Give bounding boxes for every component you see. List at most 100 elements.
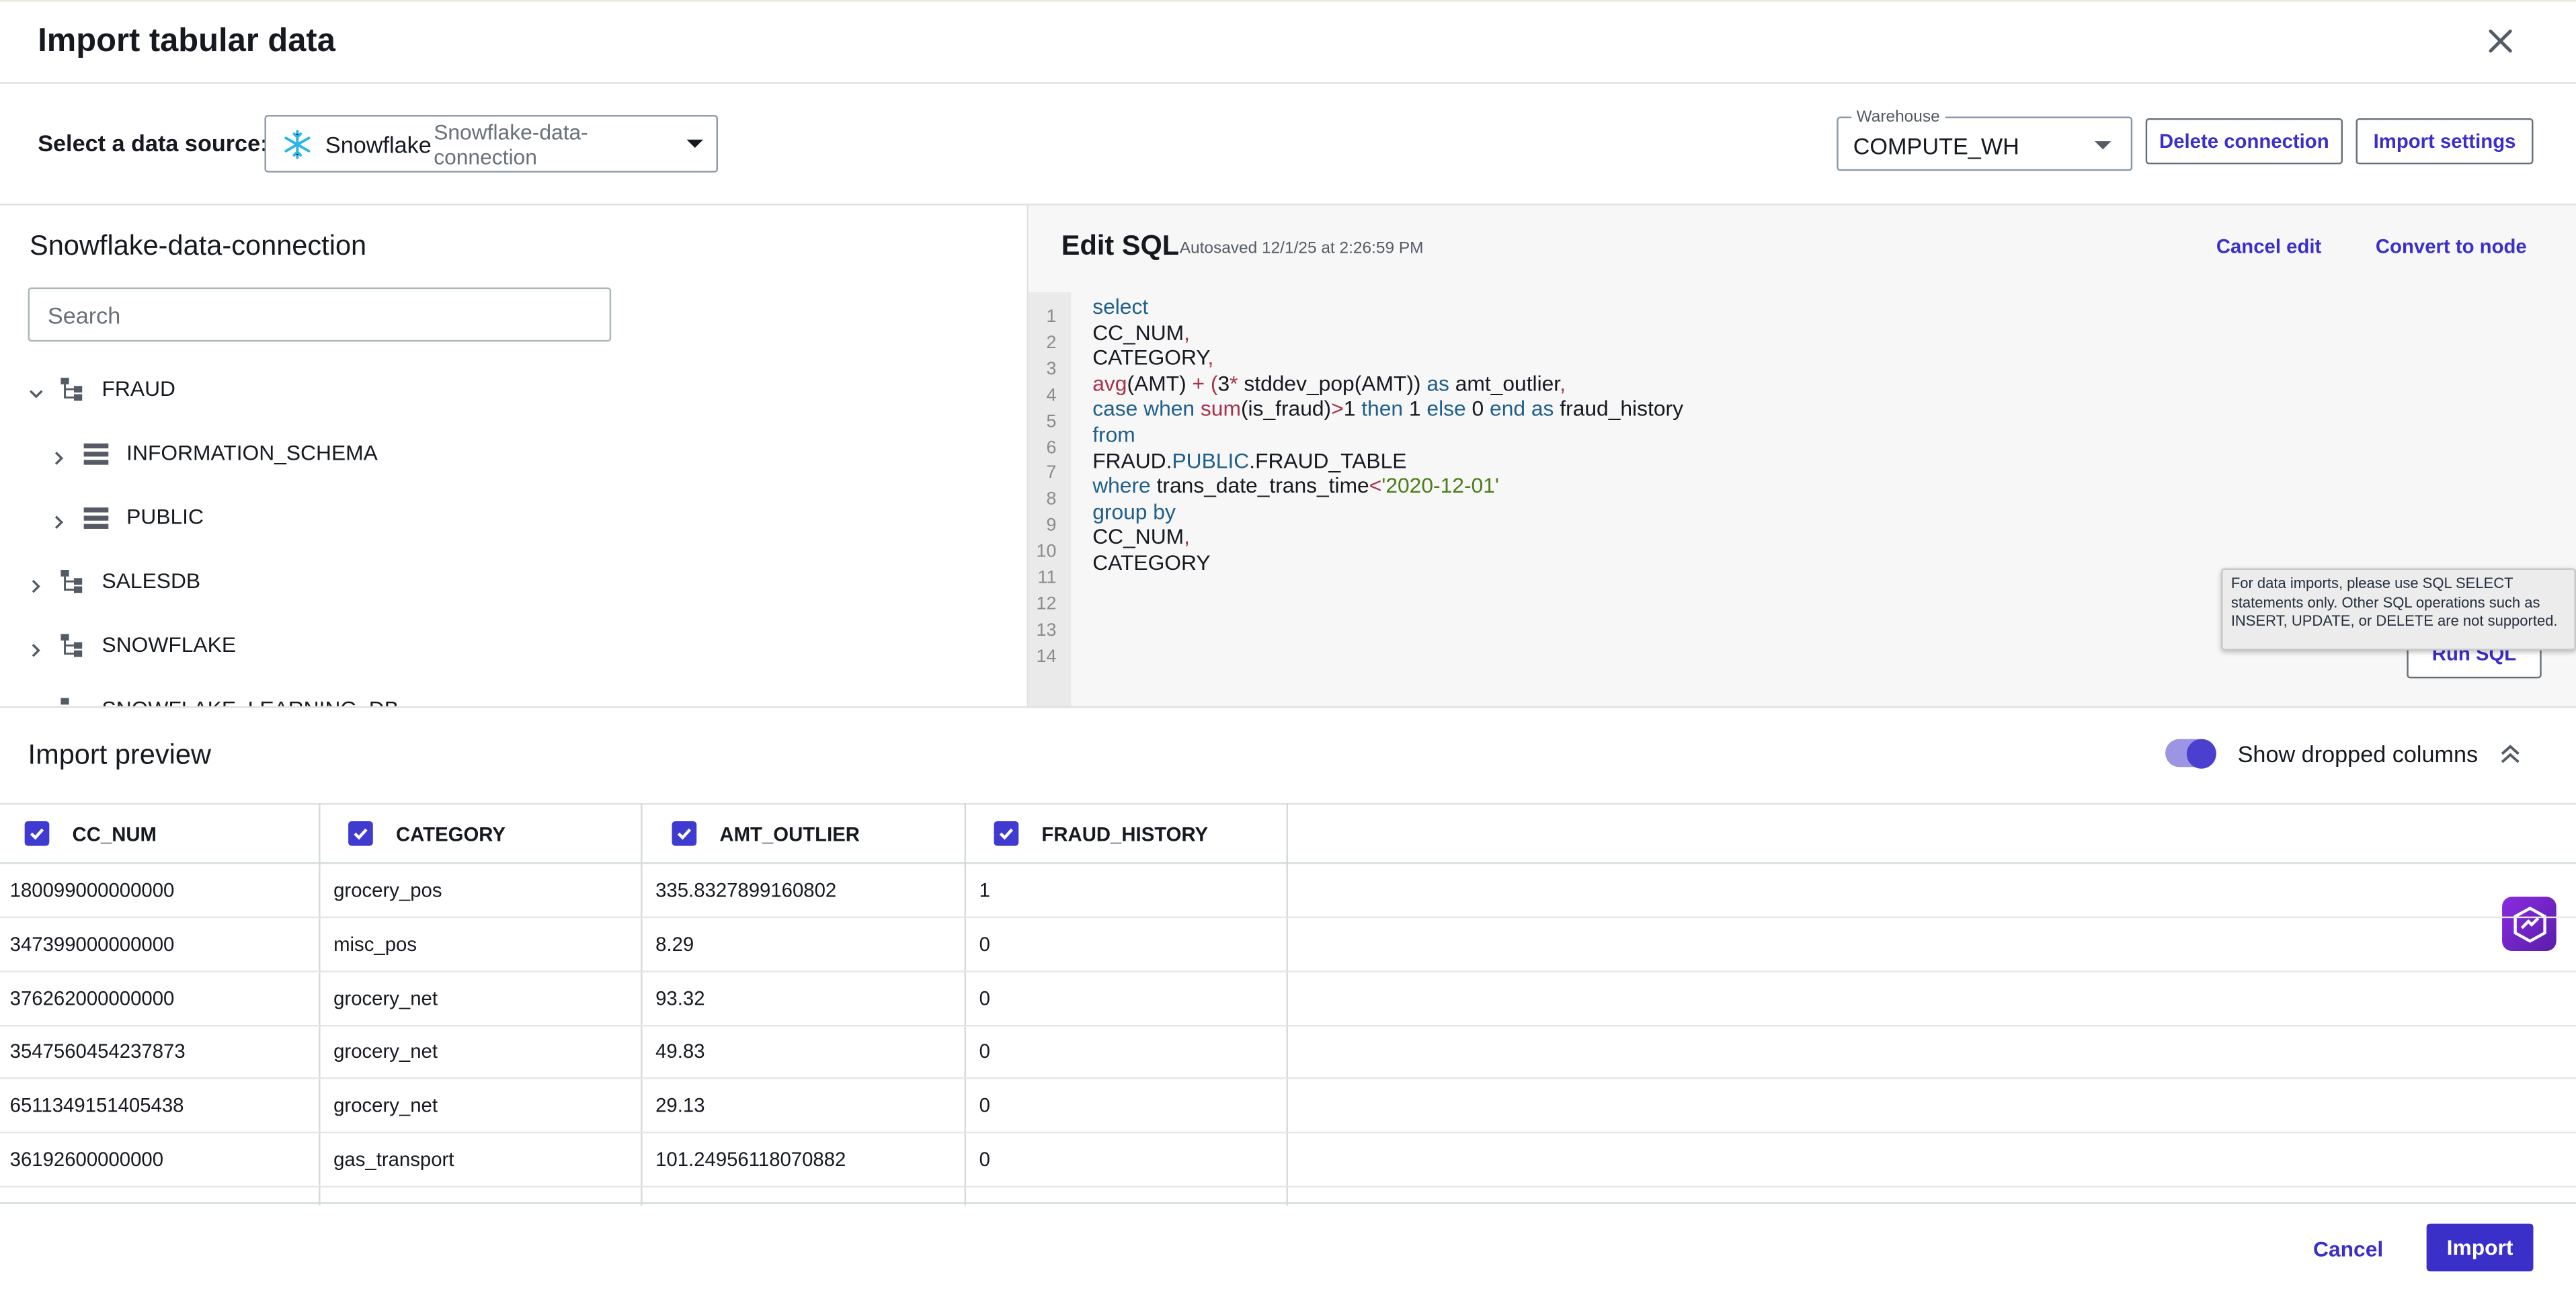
column-header-category[interactable]: CATEGORY	[348, 803, 506, 864]
code-token: case when	[1092, 396, 1201, 421]
checkbox-checked-icon[interactable]	[994, 821, 1019, 846]
connection-title: Snowflake-data-connection	[29, 230, 367, 261]
code-token: select	[1092, 294, 1149, 319]
line-number: 3	[1046, 359, 1057, 380]
data-source-select[interactable]: Snowflake Snowflake-data-connection	[264, 115, 718, 173]
tree-item-snowflake-learning-db[interactable]: SNOWFLAKE_LEARNING_DB	[28, 696, 439, 706]
table-cell: 0	[979, 1094, 990, 1118]
tree-item-label: PUBLIC	[126, 504, 204, 529]
cancel-edit-button[interactable]: Cancel edit	[2216, 235, 2321, 257]
line-number: 10	[1036, 542, 1057, 563]
code-line: FRAUD.PUBLIC.FRAUD_TABLE	[1092, 448, 1406, 472]
column-header-label: CATEGORY	[395, 822, 506, 845]
code-token: ,	[1560, 370, 1566, 396]
import-button[interactable]: Import	[2426, 1223, 2534, 1272]
table-cell: 6511349151405438	[9, 1094, 184, 1118]
tree-item-label: SNOWFLAKE	[102, 632, 237, 657]
tree-item-information-schema[interactable]: INFORMATION_SCHEMA	[51, 440, 462, 470]
line-number: 4	[1046, 385, 1057, 405]
import-settings-button[interactable]: Import settings	[2356, 118, 2534, 165]
dialog-header	[0, 0, 2576, 84]
code-token: FRAUD.	[1092, 448, 1172, 472]
search-input[interactable]	[28, 287, 612, 342]
chevron-right-icon[interactable]	[51, 445, 67, 465]
checkbox-checked-icon[interactable]	[24, 821, 50, 846]
column-header-cc-num[interactable]: CC_NUM	[24, 803, 157, 864]
code-line: CATEGORY,	[1092, 345, 1213, 370]
code-line: where trans_date_trans_time<'2020-12-01'	[1092, 473, 1499, 498]
column-header-label: FRAUD_HISTORY	[1041, 822, 1209, 845]
tree-item-public[interactable]: PUBLIC	[51, 504, 462, 534]
line-number: 5	[1046, 411, 1057, 431]
table-cell: 3547560454237873	[9, 1040, 186, 1064]
line-number: 12	[1036, 594, 1057, 614]
code-token: stddev_pop	[1244, 370, 1355, 396]
caret-down-icon	[686, 139, 703, 148]
line-number: 2	[1046, 333, 1057, 354]
code-token: where	[1092, 473, 1157, 498]
edit-sql-title: Edit SQL	[1061, 230, 1180, 261]
code-token: 1	[1343, 396, 1362, 421]
database-icon	[59, 376, 89, 403]
code-token: trans_date_trans_time	[1156, 473, 1369, 498]
chevron-right-icon[interactable]	[28, 573, 44, 593]
code-line: group by	[1092, 499, 1176, 524]
chevron-down-icon[interactable]	[28, 381, 44, 399]
toggle-knob[interactable]	[2186, 739, 2216, 769]
line-number: 11	[1037, 568, 1057, 588]
autosave-status: Autosaved 12/1/25 at 2:26:59 PM	[1179, 239, 1424, 258]
checkbox-checked-icon[interactable]	[348, 821, 373, 846]
snowflake-icon	[282, 130, 312, 159]
code-token: 1	[1408, 396, 1427, 421]
code-token: from	[1092, 422, 1135, 447]
dialog-title: Import tabular data	[38, 23, 335, 59]
column-header-label: AMT_OUTLIER	[719, 822, 860, 845]
line-number: 13	[1036, 620, 1057, 640]
code-token: as	[1426, 370, 1455, 396]
table-cell: 93.32	[655, 986, 705, 1010]
table-cell: 8.29	[655, 932, 694, 956]
code-line: from	[1092, 422, 1135, 447]
table-cell: 0	[979, 986, 990, 1010]
cancel-button[interactable]: Cancel	[2313, 1237, 2383, 1261]
tree-item-snowflake[interactable]: SNOWFLAKE	[28, 632, 439, 662]
code-token: >	[1331, 396, 1344, 421]
data-source-name: Snowflake	[325, 131, 432, 158]
chevron-right-icon[interactable]	[51, 509, 67, 529]
tree-item-label: INFORMATION_SCHEMA	[126, 440, 378, 465]
table-cell: grocery_net	[333, 1094, 438, 1118]
collapse-icon[interactable]	[2495, 739, 2525, 769]
table-cell: 376262000000000	[9, 986, 175, 1010]
column-header-amt-outlier[interactable]: AMT_OUTLIER	[672, 803, 860, 864]
code-line: avg(AMT) + (3* stddev_pop(AMT)) as amt_o…	[1092, 371, 1566, 396]
import-preview-title: Import preview	[28, 739, 212, 771]
table-cell: grocery_pos	[333, 878, 442, 902]
code-token: ,	[1184, 524, 1190, 550]
tree-item-fraud[interactable]: FRAUD	[28, 376, 439, 406]
code-line: select	[1092, 294, 1148, 319]
column-header-fraud-history[interactable]: FRAUD_HISTORY	[994, 803, 1209, 864]
table-cell: misc_pos	[333, 932, 417, 956]
code-token: sum	[1200, 396, 1241, 421]
code-line: CC_NUM,	[1092, 525, 1190, 550]
table-cell: 0	[979, 932, 990, 956]
code-token: PUBLIC	[1172, 448, 1250, 472]
tree-item-salesdb[interactable]: SALESDB	[28, 569, 439, 598]
convert-to-node-button[interactable]: Convert to node	[2376, 235, 2527, 257]
code-token: + (	[1192, 370, 1218, 396]
chevron-right-icon[interactable]	[28, 637, 44, 657]
warehouse-value: COMPUTE_WH	[1853, 132, 2019, 160]
checkbox-checked-icon[interactable]	[672, 821, 697, 846]
delete-connection-button[interactable]: Delete connection	[2145, 118, 2343, 165]
code-token: ,	[1184, 319, 1190, 345]
table-cell: 29.13	[655, 1094, 705, 1118]
table-cell: grocery_net	[333, 1040, 438, 1064]
schema-icon	[82, 440, 112, 466]
close-icon[interactable]	[2484, 25, 2517, 58]
code-token: avg	[1092, 370, 1127, 396]
code-token: group by	[1092, 499, 1176, 524]
chevron-right-icon[interactable]	[28, 702, 44, 706]
table-cell: gas_transport	[333, 1148, 454, 1171]
code-token: (is_fraud)	[1240, 396, 1332, 421]
line-number: 14	[1036, 647, 1057, 667]
